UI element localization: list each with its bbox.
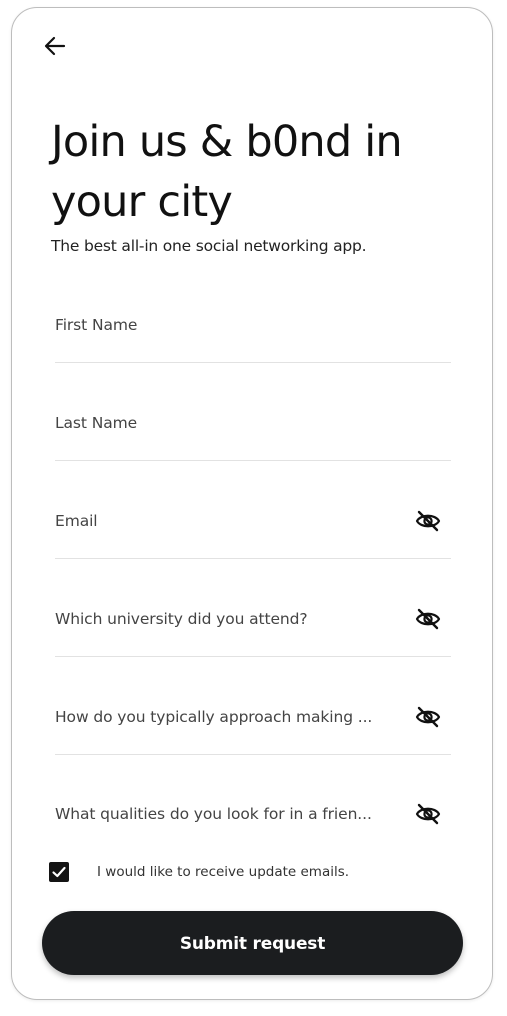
page-subtitle: The best all-in one social networking ap…: [51, 237, 367, 255]
eye-off-icon[interactable]: [415, 705, 441, 729]
friend-qualities-placeholder: What qualities do you look for in a frie…: [55, 805, 372, 823]
email-field[interactable]: Email: [55, 509, 451, 559]
page-title: Join us & b0nd in your city: [51, 117, 403, 227]
last-name-placeholder: Last Name: [55, 414, 138, 432]
last-name-field[interactable]: Last Name: [55, 411, 451, 461]
back-button[interactable]: [42, 33, 68, 59]
update-emails-label: I would like to receive update emails.: [97, 864, 350, 880]
checkmark-icon: [52, 866, 66, 878]
first-name-placeholder: First Name: [55, 316, 138, 334]
submit-request-button[interactable]: Submit request: [42, 911, 463, 975]
approach-friends-placeholder: How do you typically approach making ...: [55, 708, 373, 726]
university-placeholder: Which university did you attend?: [55, 610, 308, 628]
eye-off-icon[interactable]: [415, 802, 441, 826]
friend-qualities-field[interactable]: What qualities do you look for in a frie…: [55, 802, 451, 852]
update-emails-checkbox[interactable]: [49, 862, 69, 882]
arrow-left-icon: [44, 36, 66, 56]
approach-friends-field[interactable]: How do you typically approach making ...: [55, 705, 451, 755]
university-field[interactable]: Which university did you attend?: [55, 607, 451, 657]
eye-off-icon[interactable]: [415, 509, 441, 533]
email-placeholder: Email: [55, 512, 98, 530]
eye-off-icon[interactable]: [415, 607, 441, 631]
first-name-field[interactable]: First Name: [55, 313, 451, 363]
